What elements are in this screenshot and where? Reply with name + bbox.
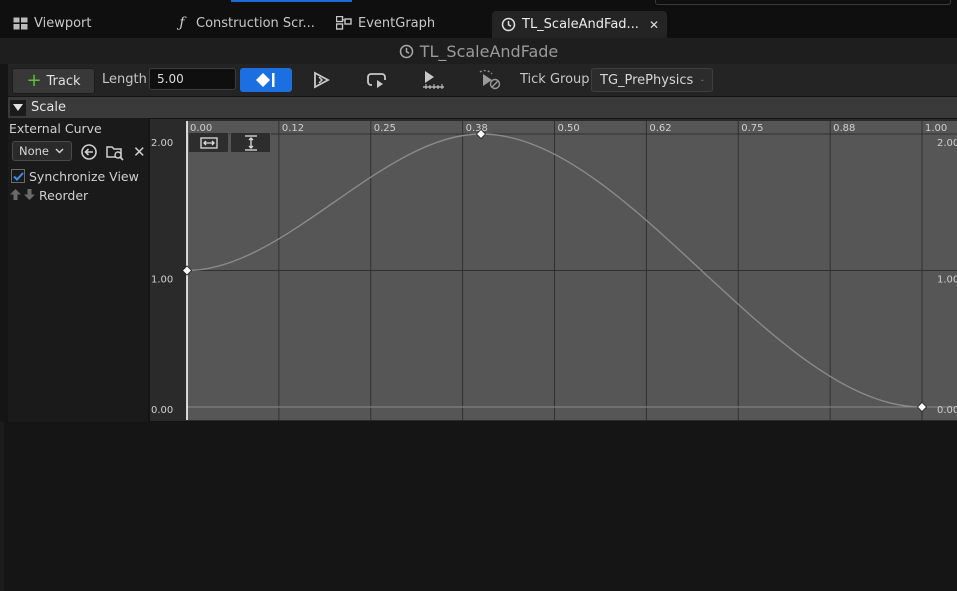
move-up-icon[interactable] [10,189,21,204]
tab-timeline[interactable]: TL_ScaleAndFad... ✕ [492,11,668,38]
x-tick-label: 0.12 [282,123,304,134]
search-field-edge [655,0,951,5]
autoplay-button[interactable] [306,68,338,92]
x-tick-label: 0.38 [466,123,488,134]
x-tick-label: 1.00 [925,123,947,134]
time-dilation-icon [479,70,501,90]
add-track-button[interactable]: + Track [12,68,95,94]
loop-icon [367,73,386,88]
collapse-arrow-icon[interactable] [10,99,26,116]
external-curve-label: External Curve [9,121,102,136]
length-input[interactable]: 5.00 [149,68,236,90]
tab-viewport[interactable]: Viewport [12,11,92,35]
tab-event-graph[interactable]: EventGraph [336,11,435,35]
use-last-keyframe-button[interactable] [240,68,292,92]
close-icon[interactable]: ✕ [649,18,659,32]
tab-label: Viewport [34,15,92,31]
external-curve-dropdown[interactable]: None [12,141,72,161]
timeline-icon [500,17,516,33]
curve-editor[interactable]: 0.00 0.12 0.25 0.38 0.50 0.62 0.75 0.88 1.00 2.00… [150,119,957,421]
editor-title-bar: TL_ScaleAndFade [0,38,957,64]
ignore-time-dilation-button[interactable] [474,68,506,92]
browse-curve-icon[interactable] [106,143,124,165]
tab-construction-script[interactable]: ƒ Construction Scr... [174,11,315,35]
track-name: Scale [31,100,66,115]
keyframe-icon [256,73,275,87]
replicated-icon [423,71,444,89]
fit-vertical-icon [244,134,257,151]
use-selected-curve-icon[interactable] [80,143,98,165]
replicated-button[interactable] [418,68,450,92]
curve-graph[interactable]: 0.00 0.12 0.25 0.38 0.50 0.62 0.75 0.88 1.00 2.00… [150,119,957,421]
y-tick-label: 1.00 [151,275,173,286]
length-label: Length [102,72,147,87]
loop-button[interactable] [362,68,394,92]
fit-horizontal-icon [199,136,218,149]
empty-editor-area [0,422,957,591]
tab-label: EventGraph [358,15,436,31]
add-track-label: Track [46,73,81,89]
tick-group-value: TG_PrePhysics [600,72,694,88]
chevron-down-icon [701,79,704,81]
timeline-icon [399,44,414,59]
move-down-icon[interactable] [24,189,35,204]
function-icon: ƒ [179,15,185,31]
external-curve-value: None [19,144,50,158]
x-tick-label: 0.62 [649,123,671,134]
viewport-icon [12,15,28,31]
reorder-label: Reorder [39,188,89,203]
clear-curve-icon[interactable]: ✕ [133,143,146,161]
tab-bar: Viewport ƒ Construction Scr... EventGrap… [0,0,957,38]
checkmark-icon [12,171,24,181]
y-tick-label-right: 0.00 [937,405,957,416]
panel-edge [0,422,4,591]
tab-indicator-strip [231,0,352,2]
chevron-down-icon [55,148,64,154]
tick-group-label: Tick Group [520,72,590,87]
y-tick-label: 2.00 [151,138,173,149]
synchronize-view-checkbox[interactable] [11,169,25,183]
autoplay-icon [314,71,330,89]
synchronize-view-label: Synchronize View [29,169,139,184]
tick-group-dropdown[interactable]: TG_PrePhysics [591,68,713,92]
tab-label: TL_ScaleAndFad... [522,17,639,32]
y-tick-label-right: 1.00 [937,275,957,286]
tab-label: Construction Scr... [196,15,315,31]
event-graph-icon [336,15,352,31]
fit-vertical-button[interactable] [230,132,271,153]
plus-icon: + [26,70,42,91]
timeline-toolbar: + Track Length 5.00 Tick Group TG_PrePhy… [8,64,957,96]
page-title: TL_ScaleAndFade [419,41,559,61]
track-header[interactable]: Scale [8,97,957,118]
x-tick-label: 0.50 [558,123,580,134]
fit-horizontal-button[interactable] [188,132,229,153]
y-tick-label-right: 2.00 [937,138,957,149]
x-tick-label: 0.75 [741,123,763,134]
y-tick-label: 0.00 [151,405,173,416]
x-tick-label: 0.25 [374,123,396,134]
x-tick-label: 0.88 [833,123,855,134]
